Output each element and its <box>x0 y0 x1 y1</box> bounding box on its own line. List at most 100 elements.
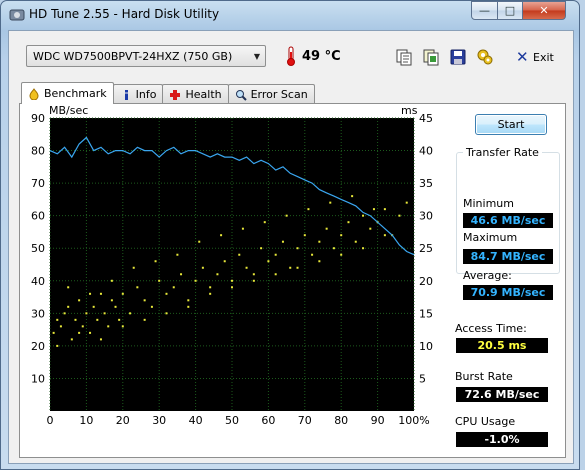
access-time-point <box>187 305 190 308</box>
access-time-point <box>92 305 95 308</box>
access-time-point <box>209 286 212 289</box>
drive-select[interactable]: WDC WD7500BPVT-24HXZ (750 GB) ▼ <box>26 45 266 67</box>
access-time-point <box>223 260 226 263</box>
access-time-point <box>372 208 375 211</box>
copy-info-icon[interactable] <box>422 48 440 66</box>
tab-info[interactable]: Info <box>112 84 164 104</box>
access-time-point <box>52 331 55 334</box>
y2-tick-label: 35 <box>419 177 433 190</box>
x-tick-label: 60 <box>261 414 275 427</box>
x-tick-label: 50 <box>225 414 239 427</box>
maximize-button[interactable]: □ <box>497 1 523 20</box>
access-time-point <box>78 331 81 334</box>
access-time-point <box>405 201 408 204</box>
exit-icon[interactable]: ✕ <box>516 50 529 65</box>
access-time-point <box>74 318 77 321</box>
tab-health-label: Health <box>185 88 222 101</box>
start-button[interactable]: Start <box>475 114 547 135</box>
access-time-point <box>274 273 277 276</box>
access-time-point <box>289 266 292 269</box>
y-tick-label: 30 <box>31 307 45 320</box>
access-time-point <box>103 312 106 315</box>
access-time-point <box>231 286 233 289</box>
y-tick-label: 90 <box>31 112 45 125</box>
tab-health[interactable]: Health <box>162 84 229 104</box>
access-time-point <box>383 234 386 237</box>
options-icon[interactable] <box>476 48 494 66</box>
y2-tick-label: 30 <box>419 210 433 223</box>
access-time-point <box>296 266 299 269</box>
access-time-label: Access Time: <box>455 322 527 335</box>
access-time-point <box>89 292 92 295</box>
access-time-point <box>260 247 263 250</box>
access-time-point <box>96 318 99 321</box>
window-title: HD Tune 2.55 - Hard Disk Utility <box>29 7 220 21</box>
title-bar[interactable]: HD Tune 2.55 - Hard Disk Utility — □ ✕ <box>1 1 579 29</box>
access-time-point <box>252 279 255 282</box>
y-axis-unit: MB/sec <box>49 104 88 117</box>
access-time-point <box>136 286 139 289</box>
benchmark-chart: 0 10 20 30 40 50 60 70 80 90 100% 10 20 30 40 50 60 70 80 9… <box>31 104 433 427</box>
access-time-point <box>303 234 306 237</box>
access-time-point <box>318 240 321 243</box>
app-icon <box>9 9 25 21</box>
info-icon <box>124 89 128 100</box>
access-time-point <box>81 325 84 328</box>
save-icon[interactable] <box>449 48 467 66</box>
access-time-point <box>132 266 135 269</box>
access-time-point <box>150 305 153 308</box>
access-time-point <box>85 312 88 315</box>
access-time-point <box>63 312 66 315</box>
y2-tick-label: 10 <box>419 340 433 353</box>
access-time-point <box>245 266 248 269</box>
access-time-point <box>362 247 365 250</box>
access-time-point <box>347 221 350 224</box>
cpu-usage-label: CPU Usage <box>455 415 516 428</box>
access-time-value: 20.5 ms <box>456 338 548 353</box>
access-time-point <box>238 253 241 256</box>
y-tick-label: 70 <box>31 177 45 190</box>
x-tick-label: 10 <box>79 414 93 427</box>
benchmark-panel: 0 10 20 30 40 50 60 70 80 90 100% 10 20 30 40 50 60 70 80 9… <box>19 103 566 458</box>
access-time-point <box>231 279 233 282</box>
client-area: WDC WD7500BPVT-24HXZ (750 GB) ▼ 49 °C ✕ … <box>8 30 574 464</box>
x-tick-label: 70 <box>298 414 312 427</box>
y-tick-label: 20 <box>31 340 45 353</box>
access-time-point <box>318 260 321 263</box>
cpu-usage-value: -1.0% <box>456 432 548 447</box>
access-time-point <box>311 253 314 256</box>
close-button[interactable]: ✕ <box>522 1 566 20</box>
drive-select-value: WDC WD7500BPVT-24HXZ (750 GB) <box>33 49 233 63</box>
tab-error-scan[interactable]: Error Scan <box>227 84 315 104</box>
access-time-point <box>78 299 81 302</box>
chevron-down-icon[interactable]: ▼ <box>249 52 265 61</box>
access-time-point <box>351 195 354 198</box>
access-time-point <box>285 214 288 217</box>
access-time-point <box>70 338 73 341</box>
tab-benchmark[interactable]: Benchmark <box>21 82 114 104</box>
access-time-point <box>209 292 212 295</box>
y2-tick-label: 5 <box>419 372 426 385</box>
access-time-point <box>180 273 183 276</box>
access-time-point <box>107 325 110 328</box>
access-time-point <box>369 227 372 230</box>
tab-bar: Benchmark Info Health Error Scan <box>21 82 315 104</box>
y2-tick-label: 15 <box>419 307 433 320</box>
access-time-point <box>121 292 124 295</box>
x-tick-label: 80 <box>334 414 348 427</box>
x-tick-label: 20 <box>116 414 130 427</box>
access-time-point <box>110 299 113 302</box>
maximum-value: 84.7 MB/sec <box>463 249 553 264</box>
access-time-point <box>143 318 146 321</box>
tab-error-scan-label: Error Scan <box>250 88 308 101</box>
burst-rate-value: 72.6 MB/sec <box>456 387 548 402</box>
access-time-point <box>67 286 70 289</box>
exit-button[interactable]: Exit <box>533 51 554 64</box>
access-time-point <box>216 273 219 276</box>
access-time-point <box>274 253 277 256</box>
x-tick-label: 90 <box>371 414 385 427</box>
access-time-point <box>332 247 335 250</box>
copy-text-icon[interactable] <box>395 48 413 66</box>
y-tick-label: 10 <box>31 372 45 385</box>
minimize-button[interactable]: — <box>471 1 498 20</box>
